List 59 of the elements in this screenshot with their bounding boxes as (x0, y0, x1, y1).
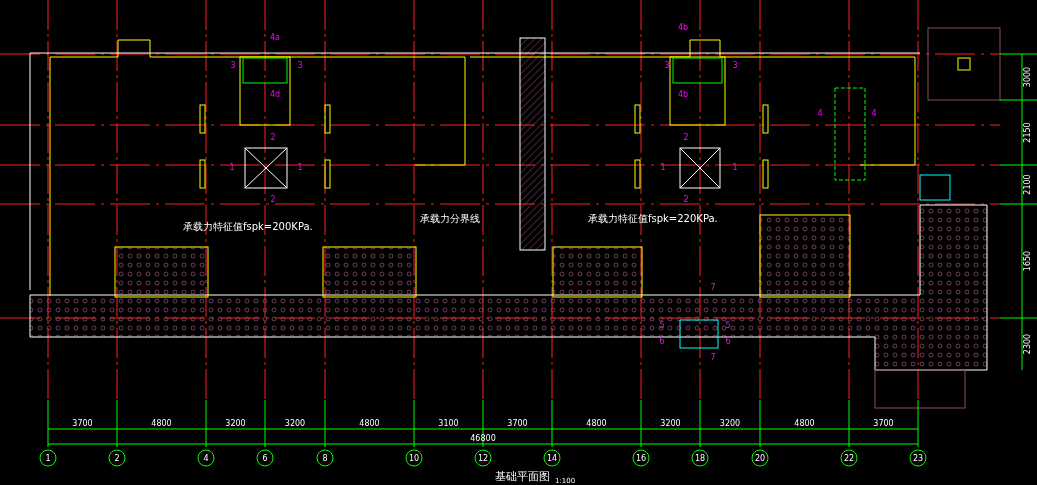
bearing-note: 承载力分界线 (420, 213, 480, 224)
axis-bubble: 20 (751, 449, 769, 467)
dimension-label: 1650 (1023, 250, 1032, 272)
dimension-label: 4800 (359, 419, 380, 428)
section-mark: 4d (269, 90, 281, 99)
section-mark: 4 (871, 109, 877, 118)
dimension-label: 2300 (1023, 333, 1032, 355)
section-mark: 6 (659, 337, 665, 346)
section-mark: 4 (817, 109, 823, 118)
section-mark: 5 (725, 321, 731, 330)
dimension-label: 3700 (873, 419, 894, 428)
dimension-label: 2150 (1023, 122, 1032, 143)
bearing-note: 承载力特征值fspk=220KPa. (588, 213, 718, 224)
axis-bubble: 12 (474, 449, 492, 467)
dimension-label: 4800 (151, 419, 172, 428)
axis-bubble: 10 (405, 449, 423, 467)
dimension-label: 46800 (470, 434, 496, 443)
section-mark: 2 (683, 195, 689, 204)
section-mark: 3 (297, 61, 303, 70)
section-mark: 2 (683, 133, 689, 142)
axis-bubble: 23 (909, 449, 927, 467)
dimension-label: 4800 (586, 419, 607, 428)
section-mark: 6 (725, 337, 731, 346)
section-mark: 1 (660, 163, 666, 172)
axis-bubble: 4 (197, 449, 215, 467)
section-mark: 2 (270, 195, 276, 204)
axis-bubble: 22 (840, 449, 858, 467)
section-mark: 3 (732, 61, 738, 70)
section-mark: 1 (229, 163, 235, 172)
section-mark: 5 (659, 321, 665, 330)
axis-bubble: 1 (39, 449, 57, 467)
dimension-label: 3200 (660, 419, 681, 428)
axis-bubble: 6 (256, 449, 274, 467)
axis-bubble: 16 (632, 449, 650, 467)
drawing-title: 基础平面图 (495, 470, 550, 483)
section-mark: 7 (710, 353, 716, 362)
dimension-label: 3200 (225, 419, 246, 428)
axis-bubble: 14 (543, 449, 561, 467)
dimension-label: 2100 (1023, 174, 1032, 195)
section-mark: 4b (677, 23, 689, 32)
section-mark: 1 (732, 163, 738, 172)
dimension-label: 3000 (1023, 66, 1032, 88)
axis-bubble: 8 (316, 449, 334, 467)
section-mark: 4b (677, 90, 689, 99)
section-mark: 4a (270, 33, 280, 42)
section-mark: 2 (270, 133, 276, 142)
section-mark: 3 (664, 61, 670, 70)
bearing-note: 承载力特征值fspk=200KPa. (183, 221, 313, 232)
dimension-label: 4800 (794, 419, 815, 428)
dimension-label: 3200 (719, 419, 741, 428)
dimension-label: 3700 (72, 419, 93, 428)
dimension-label: 3700 (507, 419, 528, 428)
dimension-label: 3100 (438, 419, 459, 428)
axis-bubble: 18 (691, 449, 709, 467)
axis-bubble: 2 (108, 449, 126, 467)
section-mark: 7 (710, 283, 716, 292)
dimension-label: 3200 (284, 419, 306, 428)
section-mark: 1 (297, 163, 303, 172)
section-mark: 3 (230, 61, 236, 70)
